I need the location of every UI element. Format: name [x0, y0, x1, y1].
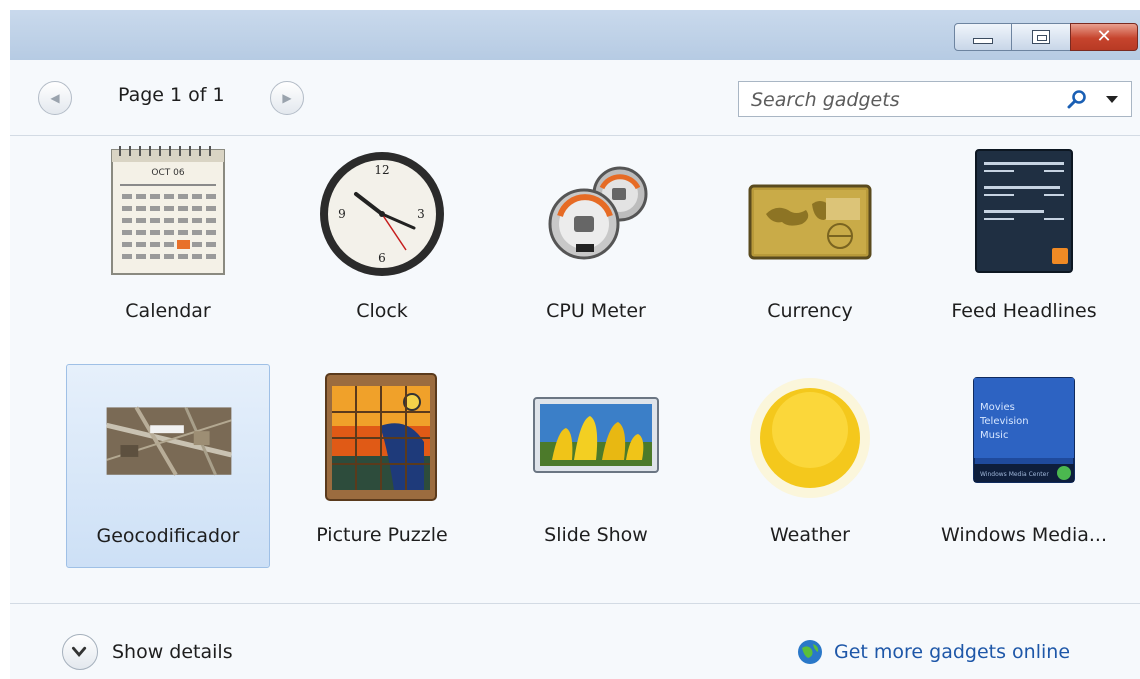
search-icon[interactable] — [1067, 89, 1087, 109]
gadget-name: Slide Show — [544, 524, 648, 546]
svg-text:9: 9 — [338, 207, 346, 221]
gadget-name: Feed Headlines — [951, 300, 1097, 322]
slide-show-icon — [533, 397, 659, 473]
page-indicator: Page 1 of 1 — [118, 84, 225, 106]
gadget-name: Weather — [770, 524, 850, 546]
windows-media-center-icon: Movies Television Music Windows Media Ce… — [973, 377, 1075, 483]
gadget-name: Calendar — [125, 300, 211, 322]
maximize-icon — [1032, 30, 1050, 44]
gadget-geocodificador[interactable]: Geocodificador — [66, 364, 270, 568]
weather-sun-icon — [750, 378, 870, 498]
get-more-gadgets-link[interactable]: Get more gadgets online — [834, 641, 1070, 663]
next-page-button[interactable]: ▶ — [270, 81, 304, 115]
maximize-button[interactable] — [1011, 23, 1071, 51]
gadget-feed-headlines[interactable]: Feed Headlines — [922, 140, 1126, 344]
map-icon — [106, 406, 232, 476]
media-menu-line: Music — [980, 430, 1008, 441]
gadget-windows-media-center[interactable]: Movies Television Music Windows Media Ce… — [922, 364, 1126, 568]
gadget-cpu-meter[interactable]: CPU Meter — [494, 140, 698, 344]
previous-page-button[interactable]: ◀ — [38, 81, 72, 115]
chevron-down-icon[interactable] — [1101, 89, 1123, 109]
close-icon: ✕ — [1096, 26, 1112, 47]
minimize-icon — [973, 38, 993, 44]
calendar-icon: OCT 06 — [111, 146, 225, 275]
gadget-picture-puzzle[interactable]: Picture Puzzle — [280, 364, 484, 568]
search-input[interactable] — [749, 87, 1053, 113]
feed-headlines-icon — [975, 149, 1073, 273]
gadget-slide-show[interactable]: Slide Show — [494, 364, 698, 568]
chevron-right-icon: ▶ — [282, 91, 292, 105]
gadget-weather[interactable]: Weather — [708, 364, 912, 568]
media-brand-label: Windows Media Center — [980, 471, 1049, 478]
currency-icon — [748, 184, 872, 260]
gadget-name: Picture Puzzle — [316, 524, 448, 546]
svg-text:3: 3 — [417, 207, 425, 221]
gadget-clock[interactable]: 12 3 6 9 Clock — [280, 140, 484, 344]
media-menu-line: Television — [979, 416, 1029, 427]
globe-icon — [798, 640, 822, 664]
media-menu-line: Movies — [980, 402, 1015, 413]
gadget-name: Geocodificador — [96, 525, 240, 547]
svg-text:6: 6 — [378, 251, 386, 265]
picture-puzzle-icon — [325, 373, 437, 501]
footer: Show details Get more gadgets online — [10, 603, 1140, 679]
gadget-name: Windows Media... — [940, 524, 1108, 546]
svg-text:12: 12 — [374, 163, 389, 177]
gadget-name: CPU Meter — [546, 300, 646, 322]
chevron-down-circle-icon — [71, 646, 87, 658]
gallery-panel: ◀ Page 1 of 1 ▶ Search gadgets OCT 06 Ca… — [10, 60, 1140, 679]
search-box — [738, 81, 1132, 117]
toolbar: ◀ Page 1 of 1 ▶ — [10, 60, 1140, 136]
gadget-name: Currency — [767, 300, 853, 322]
cpu-meter-icon — [548, 166, 648, 260]
chevron-left-icon: ◀ — [50, 91, 60, 105]
title-bar[interactable]: ✕ — [10, 10, 1140, 60]
clock-icon: 12 3 6 9 — [320, 152, 444, 276]
gadget-currency[interactable]: Currency — [708, 140, 912, 344]
show-details-label[interactable]: Show details — [112, 641, 233, 663]
minimize-button[interactable] — [954, 23, 1012, 51]
calendar-month-label: OCT 06 — [151, 168, 184, 178]
close-button[interactable]: ✕ — [1070, 23, 1138, 51]
gadget-grid: OCT 06 Calendar 12 3 6 9 Clock CPU Meter… — [10, 136, 1140, 604]
gadget-gallery-window: ✕ ◀ Page 1 of 1 ▶ Search gadgets OCT 06 … — [10, 10, 1140, 679]
gadget-name: Clock — [356, 300, 408, 322]
show-details-button[interactable] — [62, 634, 98, 670]
gadget-calendar[interactable]: OCT 06 Calendar — [66, 140, 270, 344]
